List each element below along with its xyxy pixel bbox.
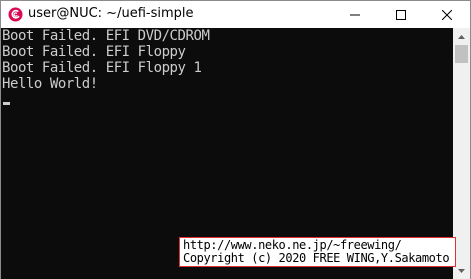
chevron-up-icon — [458, 34, 465, 39]
chevron-down-icon — [458, 268, 465, 273]
console-line: Boot Failed. EFI DVD/CDROM — [2, 28, 210, 44]
maximize-icon — [396, 9, 406, 20]
console-line: Boot Failed. EFI Floppy — [2, 44, 186, 60]
console-line: Hello World! — [2, 76, 98, 92]
minimize-button[interactable] — [332, 1, 378, 28]
watermark-copyright: Copyright (c) 2020 FREE WING,Y.Sakamoto — [183, 251, 450, 265]
maximize-button[interactable] — [378, 1, 424, 28]
close-icon — [442, 9, 452, 20]
minimize-icon — [350, 14, 360, 15]
text-cursor — [3, 102, 10, 105]
title-bar[interactable]: user@NUC: ~/uefi-simple — [1, 1, 470, 28]
scroll-up-button[interactable] — [453, 28, 470, 45]
terminal-window: user@NUC: ~/uefi-simple Boot Failed. EFI… — [0, 0, 471, 279]
debian-swirl-icon[interactable] — [8, 7, 23, 22]
console-line: Boot Failed. EFI Floppy 1 — [2, 60, 202, 76]
scroll-thumb[interactable] — [455, 45, 468, 63]
copyright-watermark: http://www.neko.ne.jp/~freewing/ Copyrig… — [179, 237, 456, 267]
close-button[interactable] — [424, 1, 470, 28]
window-title: user@NUC: ~/uefi-simple — [28, 6, 194, 21]
